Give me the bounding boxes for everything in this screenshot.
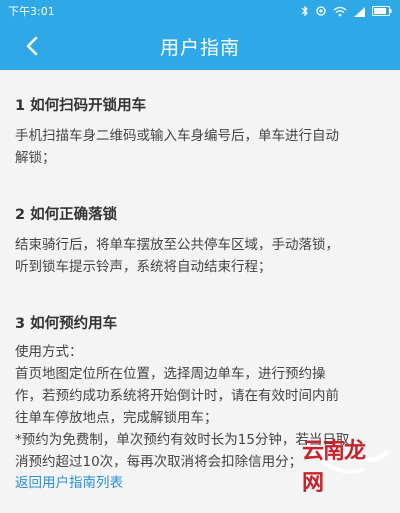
section-title: 1 如何扫码开锁用车 [15, 98, 147, 114]
status-icons [301, 5, 392, 17]
section-line: 手机扫描车身二维码或输入车身编号后，单车进行自动 [15, 128, 339, 144]
wifi-icon [333, 6, 347, 16]
section-lock: 2 如何正确落锁 结束骑行后，将单车摆放至公共停车区域，手动落锁， 听到锁车提示… [15, 203, 385, 298]
back-to-guide-list-link[interactable]: 返回用户指南列表 [15, 471, 123, 491]
status-bar: 下午3:01 [0, 0, 400, 22]
section-line: 作，若预约成功系统将开始倒计时，请在有效时间内前 [15, 388, 339, 404]
nav-bar: 用户指南 [0, 22, 400, 70]
section-scan-unlock: 1 如何扫码开锁用车 手机扫描车身二维码或输入车身编号后，单车进行自动 解锁； [15, 94, 385, 189]
bluetooth-icon [301, 5, 308, 17]
watermark-logo: 云南龙网 [302, 439, 394, 507]
signal-icon [354, 6, 365, 17]
section-line: 使用方式： [15, 344, 83, 360]
section-title: 3 如何预约用车 [15, 316, 118, 332]
section-line: 往单车停放地点，完成解锁用车； [15, 410, 218, 426]
watermark-text: 云南龙网 [302, 439, 366, 496]
section-title: 2 如何正确落锁 [15, 207, 118, 223]
section-body: 手机扫描车身二维码或输入车身编号后，单车进行自动 解锁； [15, 125, 385, 169]
guide-content: 1 如何扫码开锁用车 手机扫描车身二维码或输入车身编号后，单车进行自动 解锁； … [0, 70, 400, 473]
section-body: 结束骑行后，将单车摆放至公共停车区域，手动落锁， 听到锁车提示铃声，系统将自动结… [15, 234, 385, 278]
section-line: 听到锁车提示铃声，系统将自动结束行程； [15, 259, 272, 275]
chevron-left-icon [26, 36, 38, 56]
rotate-icon [316, 6, 326, 16]
section-line: 解锁； [15, 150, 56, 166]
back-button[interactable] [18, 32, 46, 60]
status-time: 下午3:01 [8, 5, 55, 18]
section-line: 结束骑行后，将单车摆放至公共停车区域，手动落锁， [15, 237, 339, 253]
section-line: 首页地图定位所在位置，选择周边单车，进行预约操 [15, 366, 326, 382]
page-title: 用户指南 [159, 36, 240, 59]
battery-icon [372, 6, 392, 16]
